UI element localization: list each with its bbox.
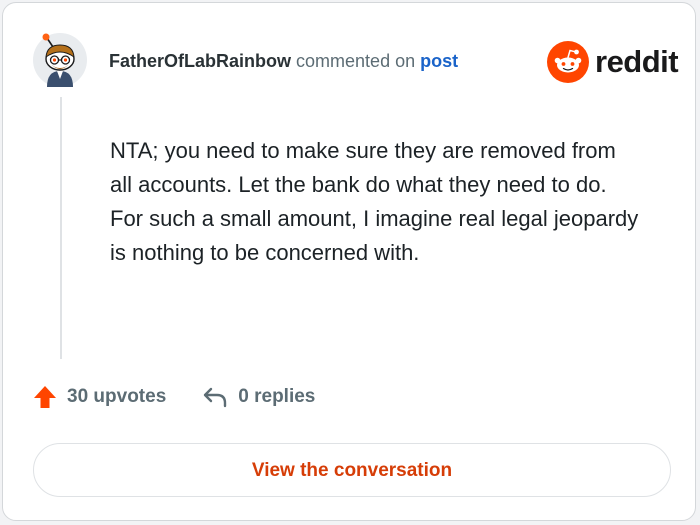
reddit-brand[interactable]: reddit (547, 41, 679, 83)
user-avatar[interactable] (33, 33, 87, 87)
reply-stat[interactable]: 0 replies (202, 385, 315, 409)
reddit-snoo-icon (547, 41, 589, 83)
upvote-count: 30 upvotes (67, 386, 167, 407)
embedded-comment-card: FatherOfLabRainbow commented on post red… (2, 2, 696, 521)
comment-body: NTA; you need to make sure they are remo… (110, 138, 639, 265)
reddit-wordmark: reddit (595, 44, 679, 79)
comment-footer: 30 upvotes 0 replies (33, 385, 315, 409)
upvote-stat[interactable]: 30 upvotes (33, 385, 166, 409)
post-link[interactable]: post (420, 51, 458, 71)
commented-on-text: commented on (296, 51, 416, 71)
thread-line (60, 97, 62, 359)
reply-arrow-icon (204, 387, 227, 408)
author-username[interactable]: FatherOfLabRainbow (109, 51, 291, 71)
view-conversation-button[interactable]: View the conversation (33, 443, 671, 497)
comment-header: FatherOfLabRainbow commented on post (109, 49, 458, 73)
reply-count: 0 replies (238, 386, 316, 407)
upvote-arrow-icon (34, 386, 56, 408)
